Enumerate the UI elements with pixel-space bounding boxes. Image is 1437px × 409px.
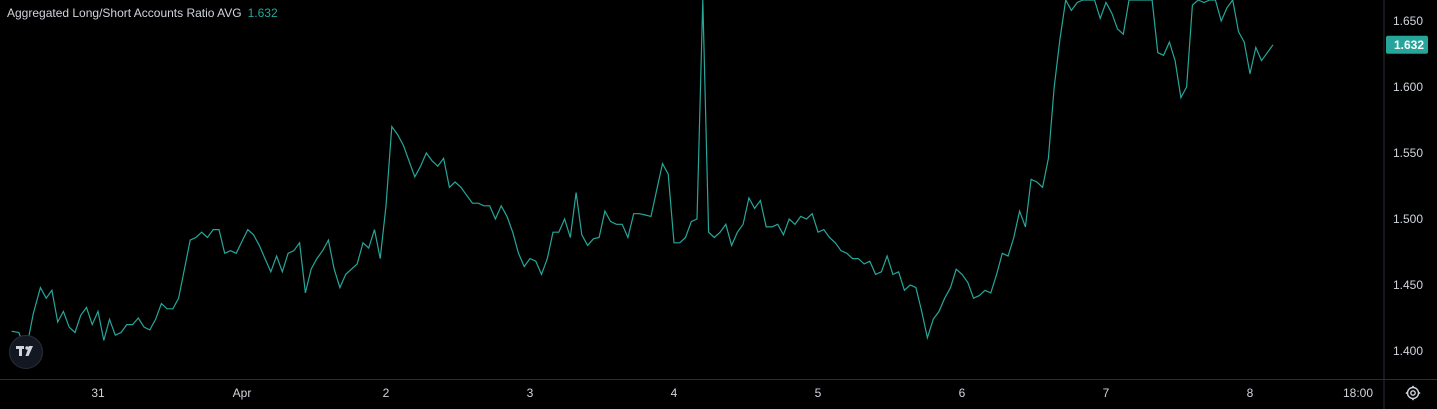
x-tick-label: 8 xyxy=(1247,386,1254,400)
y-tick-label: 1.500 xyxy=(1393,212,1423,226)
x-tick-label: 3 xyxy=(527,386,534,400)
last-value-badge-label: 1.632 xyxy=(1394,38,1424,52)
x-tick-label: Apr xyxy=(233,386,252,400)
tradingview-logo[interactable] xyxy=(9,335,43,369)
y-tick-label: 1.550 xyxy=(1393,146,1423,160)
y-tick-label: 1.600 xyxy=(1393,80,1423,94)
gear-icon-glyph xyxy=(1405,385,1421,401)
x-tick-label: 2 xyxy=(383,386,390,400)
series-value: 1.632 xyxy=(247,6,278,20)
series-line xyxy=(11,0,1274,354)
y-tick-label: 1.400 xyxy=(1393,344,1423,358)
chart-area[interactable]: 1.8001.7501.7001.6501.6001.5501.5001.450… xyxy=(0,0,1437,409)
y-tick-label: 1.450 xyxy=(1393,278,1423,292)
time-axis[interactable]: 31 Apr 2 3 4 5 6 7 8 18:00 xyxy=(91,386,1373,400)
y-tick-label: 1.650 xyxy=(1393,14,1423,28)
x-tick-label: 6 xyxy=(959,386,966,400)
x-tick-label: 5 xyxy=(815,386,822,400)
x-tick-label: 4 xyxy=(671,386,678,400)
x-tick-label: 7 xyxy=(1103,386,1110,400)
x-tick-label: 31 xyxy=(91,386,105,400)
plot-area: 1.8001.7501.7001.6501.6001.5501.5001.450… xyxy=(0,0,1437,409)
legend: Aggregated Long/Short Accounts Ratio AVG… xyxy=(7,6,278,20)
tradingview-logo-mark xyxy=(16,346,33,356)
last-value-badge: 1.632 xyxy=(1386,35,1428,54)
x-tick-label: 18:00 xyxy=(1343,386,1373,400)
series-title: Aggregated Long/Short Accounts Ratio AVG xyxy=(7,6,242,20)
gear-icon[interactable] xyxy=(1405,385,1421,401)
